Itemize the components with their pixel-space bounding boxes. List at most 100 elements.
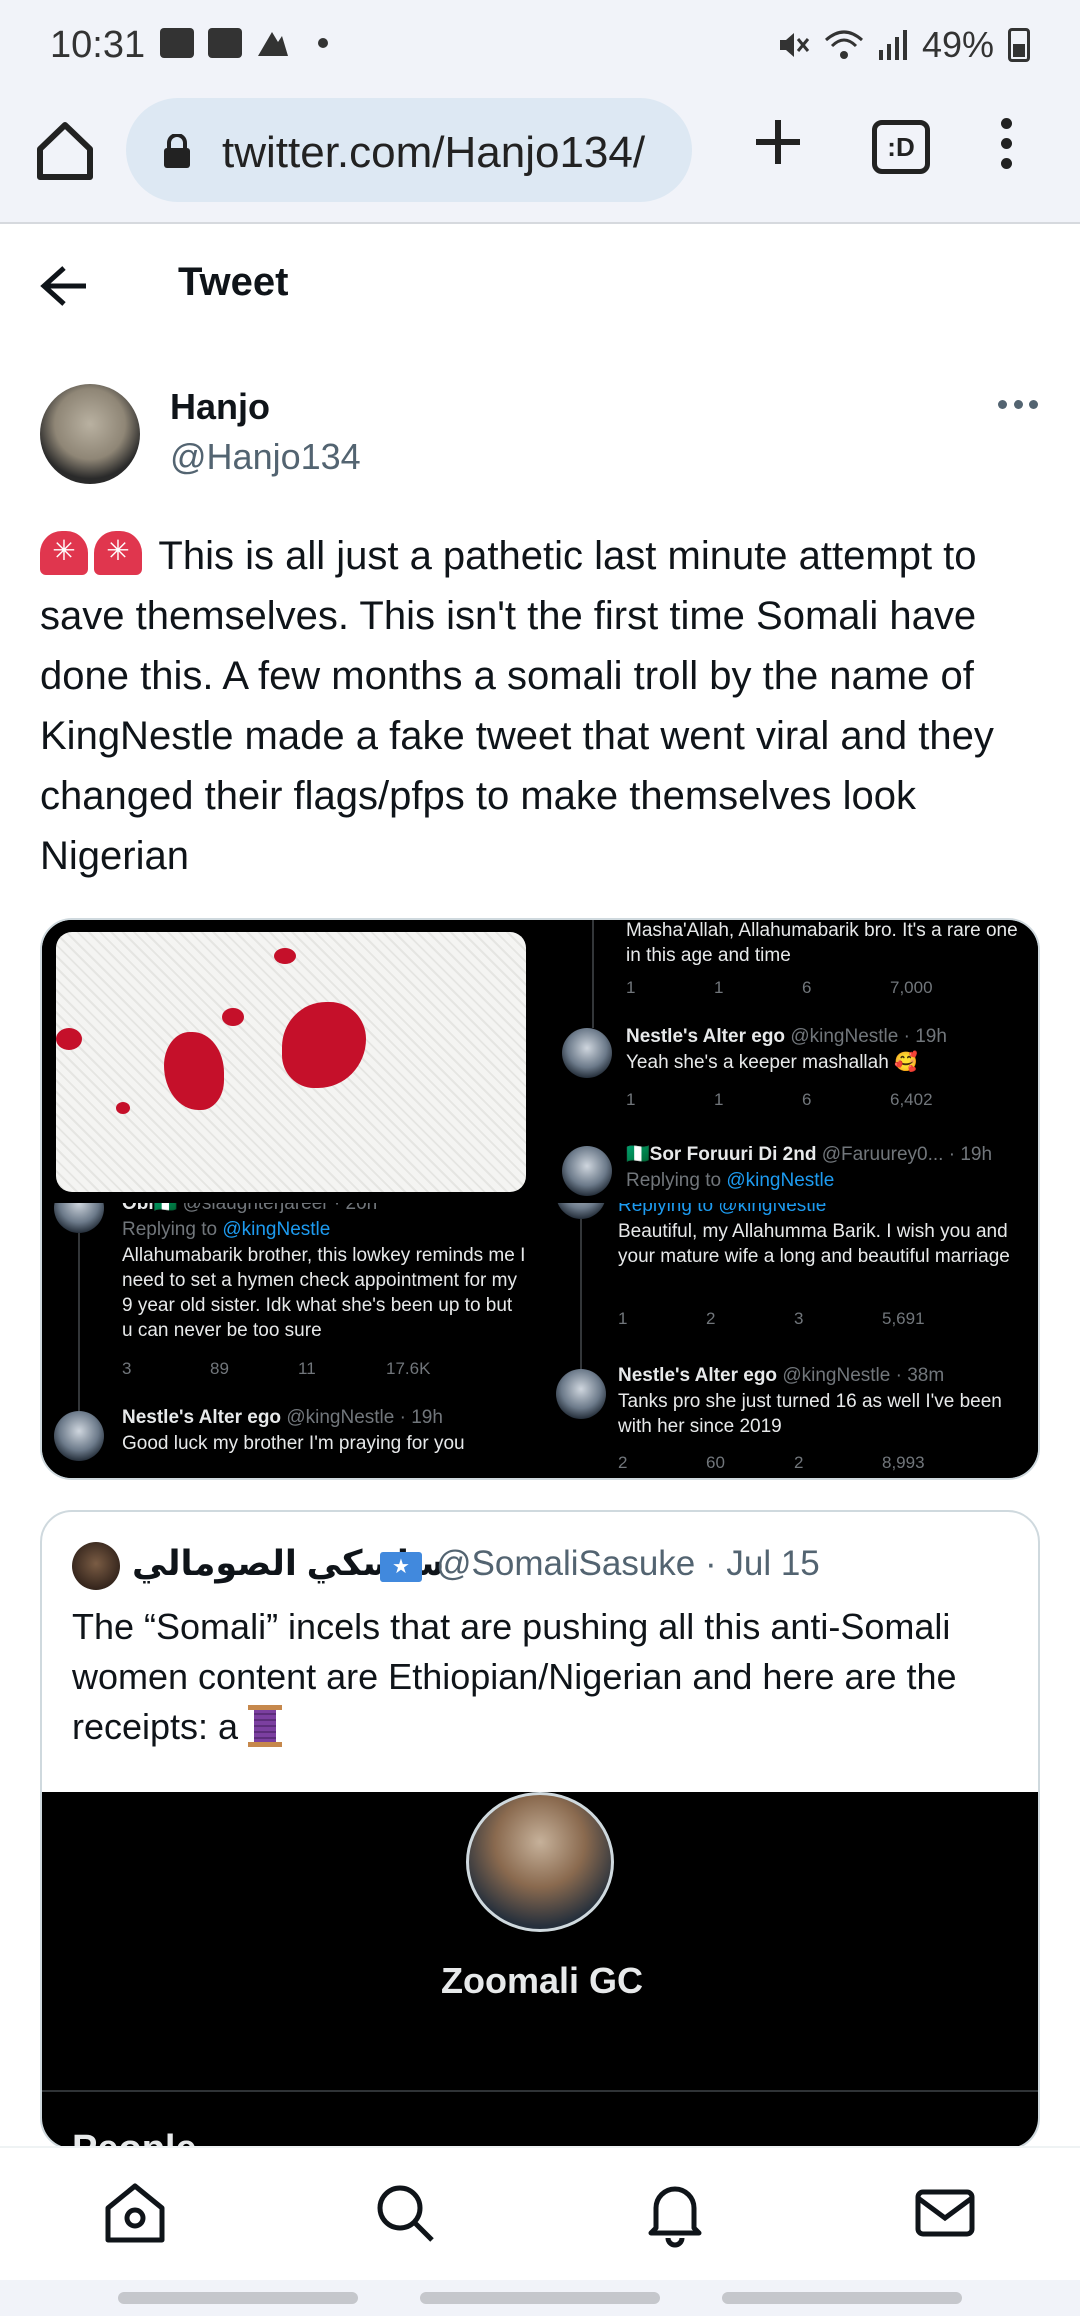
mini-tweet-text: Yeah she's a keeper mashallah 🥰 (626, 1052, 918, 1073)
quote-author-handle-date: @SomaliSasuke · Jul 15 (436, 1544, 820, 1583)
quote-author-avatar (72, 1542, 120, 1590)
stain (282, 1002, 366, 1088)
stain (274, 948, 296, 964)
notification-dot-icon (318, 38, 328, 48)
battery-percent: 49% (921, 24, 994, 65)
mini-retweets: 60 (706, 1453, 725, 1472)
tweet-text-block: This is all just a pathetic last minute … (40, 526, 1040, 886)
mini-avatar (562, 1028, 612, 1078)
mini-actions: 3 89 11 17.6K (122, 1359, 474, 1379)
mini-replying-line: Replying to @kingNestle (618, 1203, 827, 1216)
media-screenshot-top-right[interactable]: Masha'Allah, Allahumabarik bro. It's a r… (546, 920, 1038, 1199)
mini-author-name: Nestle's Alter ego (122, 1407, 282, 1428)
lock-icon (164, 134, 190, 168)
mini-author-name: Nestle's Alter ego (618, 1365, 778, 1386)
mini-avatar (556, 1369, 606, 1419)
thread-line (580, 1219, 582, 1375)
mini-views: 17.6K (386, 1359, 431, 1378)
more-options-icon[interactable] (998, 400, 1038, 414)
mini-tweet-text: Tanks pro she just turned 16 as well I'v… (618, 1391, 1002, 1437)
messages-icon[interactable] (910, 2178, 980, 2248)
mini-author-handle: @Faruurey0... · 19h (821, 1144, 993, 1165)
quote-tweet[interactable]: ساسكي الصومالي ★ @SomaliSasuke · Jul 15 … (40, 1510, 1040, 2150)
mini-views: 7,000 (890, 978, 933, 997)
media-grid[interactable]: Masha'Allah, Allahumabarik bro. It's a r… (40, 918, 1040, 1480)
mini-retweets: 2 (706, 1309, 716, 1328)
mini-replies: 3 (122, 1359, 132, 1378)
mini-author-handle: @kingNestle · 38m (782, 1365, 945, 1386)
home-icon[interactable] (30, 115, 100, 185)
stain (116, 1102, 130, 1114)
mini-actions: 2 60 2 8,993 (618, 1453, 970, 1473)
mini-tweet-text: Beautiful, my Allahumma Barik. I wish yo… (618, 1221, 1010, 1267)
author-avatar[interactable] (40, 384, 140, 484)
status-left-icons (160, 28, 328, 58)
mini-author-line: Nestle's Alter ego @kingNestle · 19h (122, 1405, 443, 1430)
mini-avatar (54, 1203, 104, 1233)
mini-likes: 2 (794, 1453, 804, 1472)
mini-replying-line: Replying to @kingNestle (626, 1168, 834, 1193)
mini-replying-prefix: Replying to (626, 1170, 722, 1191)
mini-likes: 6 (802, 978, 812, 997)
url-bar[interactable]: twitter.com/Hanjo134/ (126, 98, 692, 202)
mini-views: 5,691 (882, 1309, 925, 1328)
stain (222, 1008, 244, 1026)
stain (56, 1028, 82, 1050)
search-icon[interactable] (370, 2178, 440, 2248)
system-gesture-bar (0, 2280, 1080, 2316)
home-icon[interactable] (100, 2178, 170, 2248)
mini-author-line: Obi🇳🇬 @slaughterjareer · 20h (122, 1203, 377, 1216)
url-text: twitter.com/Hanjo134/ (222, 128, 646, 177)
mini-replying-line: Replying to @kingNestle (122, 1217, 330, 1242)
siren-emoji-icon (94, 531, 142, 575)
notifications-icon[interactable] (640, 2178, 710, 2248)
gallery-icon (160, 28, 194, 58)
gesture-pill (722, 2292, 962, 2304)
page-title: Tweet (178, 260, 289, 304)
wifi-icon (824, 30, 863, 59)
author-handle[interactable]: @Hanjo134 (170, 436, 361, 478)
group-avatar (466, 1792, 614, 1932)
author-name[interactable]: Hanjo (170, 386, 270, 428)
mini-retweets: 1 (714, 978, 724, 997)
mini-likes: 6 (802, 1090, 812, 1109)
mini-replying-handle: @kingNestle (726, 1170, 835, 1191)
new-tab-icon[interactable] (748, 112, 808, 172)
overflow-menu-icon[interactable] (996, 118, 1016, 182)
gesture-pill (118, 2292, 358, 2304)
tab-switcher-button[interactable]: :D (872, 120, 930, 174)
status-bar: 10:31 49% (0, 0, 1080, 90)
divider (42, 2090, 1038, 2092)
back-arrow-icon[interactable] (40, 264, 90, 308)
mini-likes: 11 (298, 1359, 316, 1378)
thread-spool-emoji-icon (248, 1705, 283, 1747)
media-image-tissue[interactable] (42, 920, 538, 1199)
mini-avatar (54, 1411, 104, 1461)
somalia-flag-icon: ★ (380, 1552, 422, 1582)
mini-retweets: 1 (714, 1090, 724, 1109)
mini-author-handle: @kingNestle · 19h (790, 1026, 947, 1047)
mini-views: 8,993 (882, 1453, 925, 1472)
media-screenshot-bottom-right[interactable]: Replying to @kingNestle Beautiful, my Al… (546, 1203, 1038, 1478)
status-right-icons: 49% (776, 24, 1030, 66)
quote-media[interactable]: Zoomali GC People (42, 1792, 1038, 2148)
mini-likes: 3 (794, 1309, 804, 1328)
siren-emoji-icon (40, 531, 88, 575)
page-header: Tweet (0, 226, 1080, 346)
gesture-pill (420, 2292, 660, 2304)
mini-replies: 1 (626, 978, 636, 997)
mini-author-handle: @kingNestle · 19h (286, 1407, 443, 1428)
mini-author-line: Nestle's Alter ego @kingNestle · 38m (618, 1363, 944, 1388)
mini-author-name: Nestle's Alter ego (626, 1026, 786, 1047)
quote-text-block: The “Somali” incels that are pushing all… (72, 1602, 1022, 1752)
media-screenshot-bottom-left[interactable]: Obi🇳🇬 @slaughterjareer · 20h Replying to… (42, 1203, 538, 1478)
browser-toolbar: twitter.com/Hanjo134/ :D (0, 90, 1080, 224)
group-name: Zoomali GC (440, 1960, 643, 2001)
stain (164, 1032, 224, 1110)
mini-tweet-text: Good luck my brother I'm praying for you (122, 1433, 465, 1454)
thread-line (592, 920, 594, 1028)
tweet-text: This is all just a pathetic last minute … (40, 534, 994, 878)
mini-actions: 1 1 6 6,402 (626, 1090, 978, 1110)
mini-replies: 2 (618, 1453, 628, 1472)
mini-tweet-text: Allahumabarik brother, this lowkey remin… (122, 1245, 526, 1341)
